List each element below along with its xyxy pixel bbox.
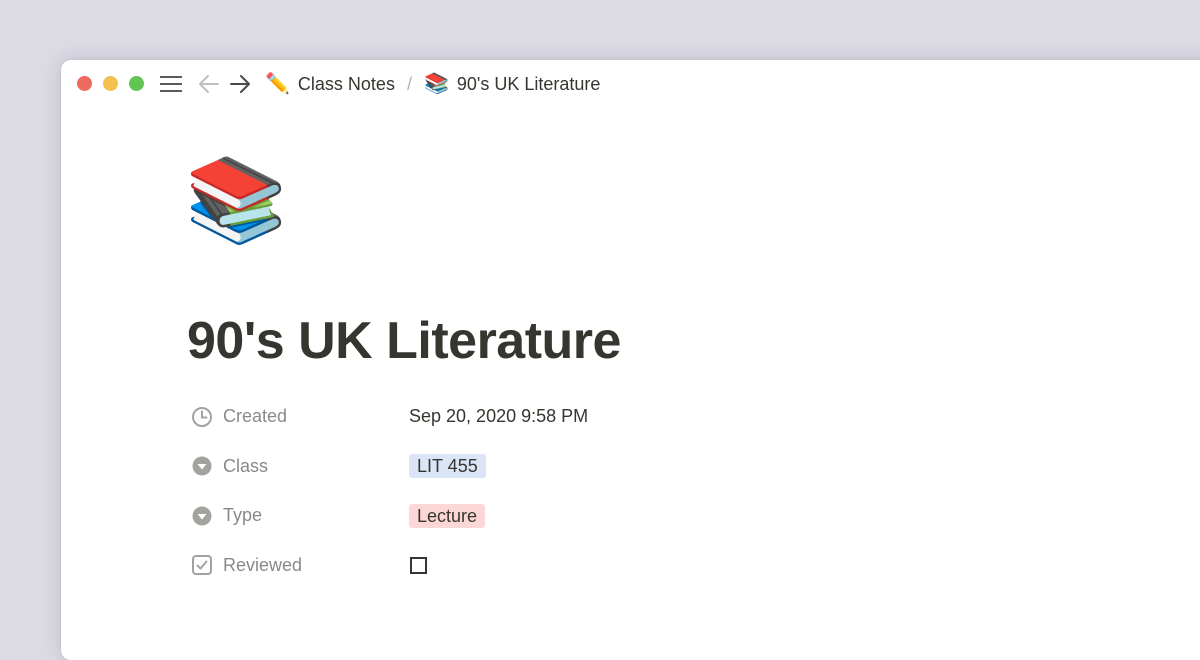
maximize-window-button[interactable] [129,76,144,91]
title-bar: ✏️ Class Notes / 📚 90's UK Literature [61,60,1200,108]
breadcrumb-separator: / [406,73,412,94]
property-name-class[interactable]: Class [191,455,409,477]
clock-icon [192,406,212,427]
property-row-created: Created Sep 20, 2020 9:58 PM [191,392,791,442]
property-row-type: Type Lecture [191,491,791,541]
property-label: Class [223,455,269,476]
arrow-right-icon[interactable] [229,74,251,94]
checkbox-icon [192,555,212,576]
property-row-reviewed: Reviewed [191,541,791,591]
app-window: ✏️ Class Notes / 📚 90's UK Literature 📚 … [61,60,1200,660]
page-icon-books[interactable]: 📚 [185,160,287,242]
type-select-value[interactable]: Lecture [409,503,486,528]
reviewed-checkbox[interactable] [410,556,427,574]
select-tag-lecture: Lecture [409,503,486,528]
select-icon [192,456,212,476]
page-title[interactable]: 90's UK Literature [187,310,621,372]
breadcrumb-item-class-notes[interactable]: ✏️ Class Notes [265,74,395,95]
properties-list: Created Sep 20, 2020 9:58 PM Class LIT 4… [191,392,791,590]
property-label: Reviewed [223,554,303,575]
created-time-value: Sep 20, 2020 9:58 PM [409,406,589,427]
arrow-left-icon[interactable] [198,74,220,94]
minimize-window-button[interactable] [103,76,118,91]
class-select-value[interactable]: LIT 455 [409,454,486,479]
breadcrumb-label: Class Notes [297,73,395,94]
close-window-button[interactable] [77,76,92,91]
breadcrumb-item-current-page[interactable]: 📚 90's UK Literature [424,74,600,95]
property-name-created[interactable]: Created [191,406,409,428]
select-icon [192,506,212,526]
breadcrumb: ✏️ Class Notes / 📚 90's UK Literature [265,71,600,97]
property-name-reviewed[interactable]: Reviewed [191,554,409,576]
select-tag-lit-455: LIT 455 [409,454,486,479]
property-label: Created [223,406,288,427]
books-icon: 📚 [423,73,449,95]
property-row-class: Class LIT 455 [191,442,791,492]
breadcrumb-label: 90's UK Literature [456,73,601,94]
property-name-type[interactable]: Type [191,505,409,527]
reviewed-value [409,556,427,574]
hamburger-menu-icon[interactable] [160,75,182,93]
property-label: Type [223,505,263,526]
pencil-icon: ✏️ [265,73,290,95]
